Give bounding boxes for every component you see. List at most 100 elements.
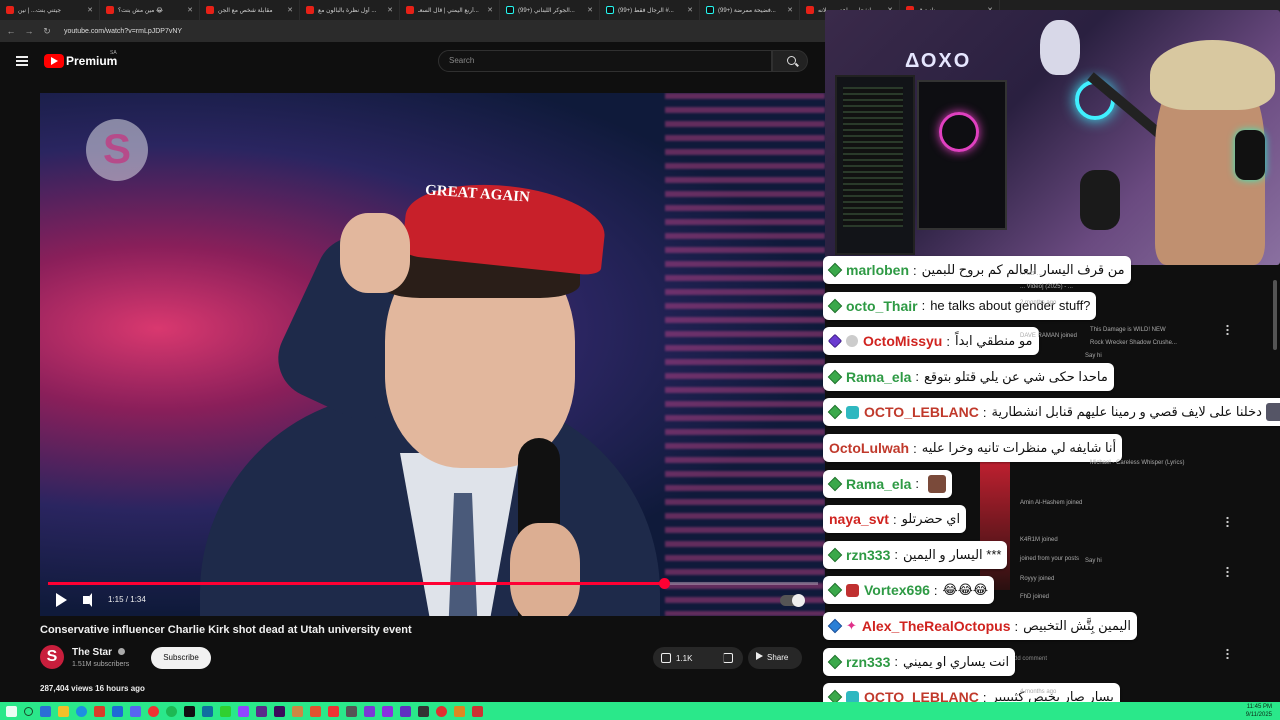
youtube-brand[interactable]: Premium — [66, 54, 117, 68]
close-tab-icon[interactable]: ✕ — [87, 6, 93, 14]
chat-username[interactable]: OCTO_LEBLANC — [864, 404, 979, 420]
office-icon[interactable] — [94, 705, 105, 717]
url-field[interactable]: youtube.com/watch?v=rmLpJDP7vNY — [64, 28, 182, 35]
close-tab-icon[interactable]: ✕ — [287, 6, 293, 14]
youtube-favicon-icon — [206, 6, 214, 14]
chat-username[interactable]: OctoLulwah — [829, 440, 909, 456]
close-tab-icon[interactable]: ✕ — [787, 6, 793, 14]
chat-username[interactable]: marloben — [846, 262, 909, 278]
chat-username[interactable]: rzn333 — [846, 654, 890, 670]
browser-tab[interactable]: مقابلة شخص مع الجن ✕ — [200, 0, 300, 20]
browser-tab[interactable]: (99+) الرجال فقط #... ✕ — [600, 0, 700, 20]
browser-tab[interactable]: (99+) الجوكر اللبناني... ✕ — [500, 0, 600, 20]
sidebar-row-text: 2 months ago — [1020, 300, 1057, 306]
video-player[interactable]: GREAT AGAIN S 1:15 / 1:34 — [40, 93, 825, 616]
close-tab-icon[interactable]: ✕ — [187, 6, 193, 14]
chat-username[interactable]: Rama_ela — [846, 369, 911, 385]
sidebar-row-text: Say hi — [1085, 558, 1102, 564]
chat-text: انت يساري او يميني — [902, 653, 1010, 669]
volume-icon[interactable] — [83, 593, 92, 607]
autoplay-toggle[interactable] — [780, 594, 805, 607]
chat-username[interactable]: naya_svt — [829, 511, 889, 527]
headset — [1235, 130, 1265, 180]
spotify-icon[interactable] — [166, 705, 177, 717]
app-icon[interactable] — [112, 705, 123, 717]
app-icon[interactable] — [454, 705, 465, 717]
browser-tab[interactable]: أربع اليمني | قال السعـ... ✕ — [400, 0, 500, 20]
premiere-icon[interactable] — [274, 705, 285, 717]
close-tab-icon[interactable]: ✕ — [687, 6, 693, 14]
share-button[interactable]: Share — [748, 647, 802, 669]
steam-icon[interactable] — [202, 705, 213, 717]
app-icon[interactable] — [472, 705, 483, 717]
chat-username[interactable]: Rama_ela — [846, 476, 911, 492]
app-icon[interactable] — [256, 705, 267, 717]
youtube-favicon-icon — [806, 6, 814, 14]
app-icon[interactable] — [400, 705, 411, 717]
browser-tab-title: (99+) فضيحة ممرضة... — [718, 7, 776, 14]
like-count[interactable]: 1.1K — [676, 654, 723, 663]
close-tab-icon[interactable]: ✕ — [487, 6, 493, 14]
subscriber-badge-icon — [827, 405, 843, 420]
thumbs-up-icon[interactable] — [661, 653, 671, 663]
taskbar: 11:45 PM 9/11/2025 — [0, 702, 1280, 720]
chat-separator: : — [933, 582, 938, 598]
file-explorer-icon[interactable] — [58, 705, 69, 717]
task-view-icon[interactable] — [40, 705, 51, 717]
chat-message: marloben: من قرف اليسار العالم كم بروح لل… — [823, 256, 1131, 284]
chat-text: اي حضرتلو — [901, 511, 961, 527]
forward-icon[interactable]: → — [24, 26, 34, 36]
chat-message: OCTO_LEBLANC: دخلنا على لايف قصي و رمينا … — [823, 398, 1280, 427]
chrome-icon[interactable] — [148, 705, 159, 717]
app-icon[interactable] — [292, 705, 303, 717]
chat-username[interactable]: rzn333 — [846, 547, 890, 563]
browser-tab[interactable]: أول نظرة بالبالون مع ... ✕ — [300, 0, 400, 20]
subscribe-button[interactable]: Subscribe — [151, 647, 211, 669]
progress-bar[interactable] — [48, 578, 818, 589]
close-tab-icon[interactable]: ✕ — [587, 6, 593, 14]
app-icon[interactable] — [436, 705, 447, 717]
twitch-icon[interactable] — [238, 705, 249, 717]
chat-username[interactable]: Vortex696 — [864, 582, 930, 598]
reload-icon[interactable]: ↻ — [42, 26, 52, 37]
edge-icon[interactable] — [76, 705, 87, 717]
app-icon[interactable] — [418, 705, 429, 717]
channel-name[interactable]: The Star — [72, 647, 112, 658]
sidebar-row-text: Say hi — [1085, 353, 1102, 359]
channel-watermark[interactable]: S — [86, 119, 148, 181]
back-icon[interactable]: ← — [6, 26, 16, 36]
discord-icon[interactable] — [130, 705, 141, 717]
app-icon[interactable] — [310, 705, 321, 717]
search-button[interactable] — [772, 50, 808, 72]
app-icon[interactable] — [382, 705, 393, 717]
browser-tab[interactable]: (99+) فضيحة ممرضة... ✕ — [700, 0, 800, 20]
browser-tab[interactable]: جيتني بنت... | نين ✕ — [0, 0, 100, 20]
subscriber-badge-icon — [827, 369, 843, 385]
youtube-logo-icon[interactable] — [44, 54, 64, 68]
browser-tab[interactable]: مين مش بنت؟ 😂 ✕ — [100, 0, 200, 20]
play-icon[interactable] — [56, 593, 67, 607]
menu-icon[interactable] — [16, 56, 28, 66]
sidebar-row-text: ... كلنا ... — [1020, 271, 1042, 277]
app-icon[interactable] — [184, 705, 195, 717]
thumbs-down-icon[interactable] — [723, 653, 733, 663]
app-icon[interactable] — [220, 705, 231, 717]
sidebar-row-text: K4R1M joined — [1020, 537, 1058, 543]
search-input[interactable]: Search — [438, 50, 772, 72]
close-tab-icon[interactable]: ✕ — [387, 6, 393, 14]
app-icon[interactable] — [364, 705, 375, 717]
windows-start-icon[interactable] — [6, 705, 17, 717]
chat-username[interactable]: Alex_TheRealOctopus — [862, 618, 1011, 634]
youtube-favicon-icon — [406, 6, 414, 14]
sidebar-row-text: Michael - Careless Whisper (Lyrics) — [1090, 460, 1185, 466]
chat-text: 😂😂😂 — [942, 582, 989, 598]
subscriber-badge-icon — [827, 583, 843, 598]
chat-username[interactable]: octo_Thair — [846, 298, 918, 314]
tiktok-icon[interactable] — [328, 705, 339, 717]
chat-text: *** اليسار و اليمين — [902, 546, 1002, 562]
chat-username[interactable]: OctoMissyu — [863, 333, 942, 349]
search-icon[interactable] — [24, 706, 33, 716]
app-icon[interactable] — [346, 705, 357, 717]
chat-text: اليمين بِتَّش التخبيص — [1023, 618, 1131, 633]
channel-avatar[interactable]: S — [40, 645, 64, 669]
